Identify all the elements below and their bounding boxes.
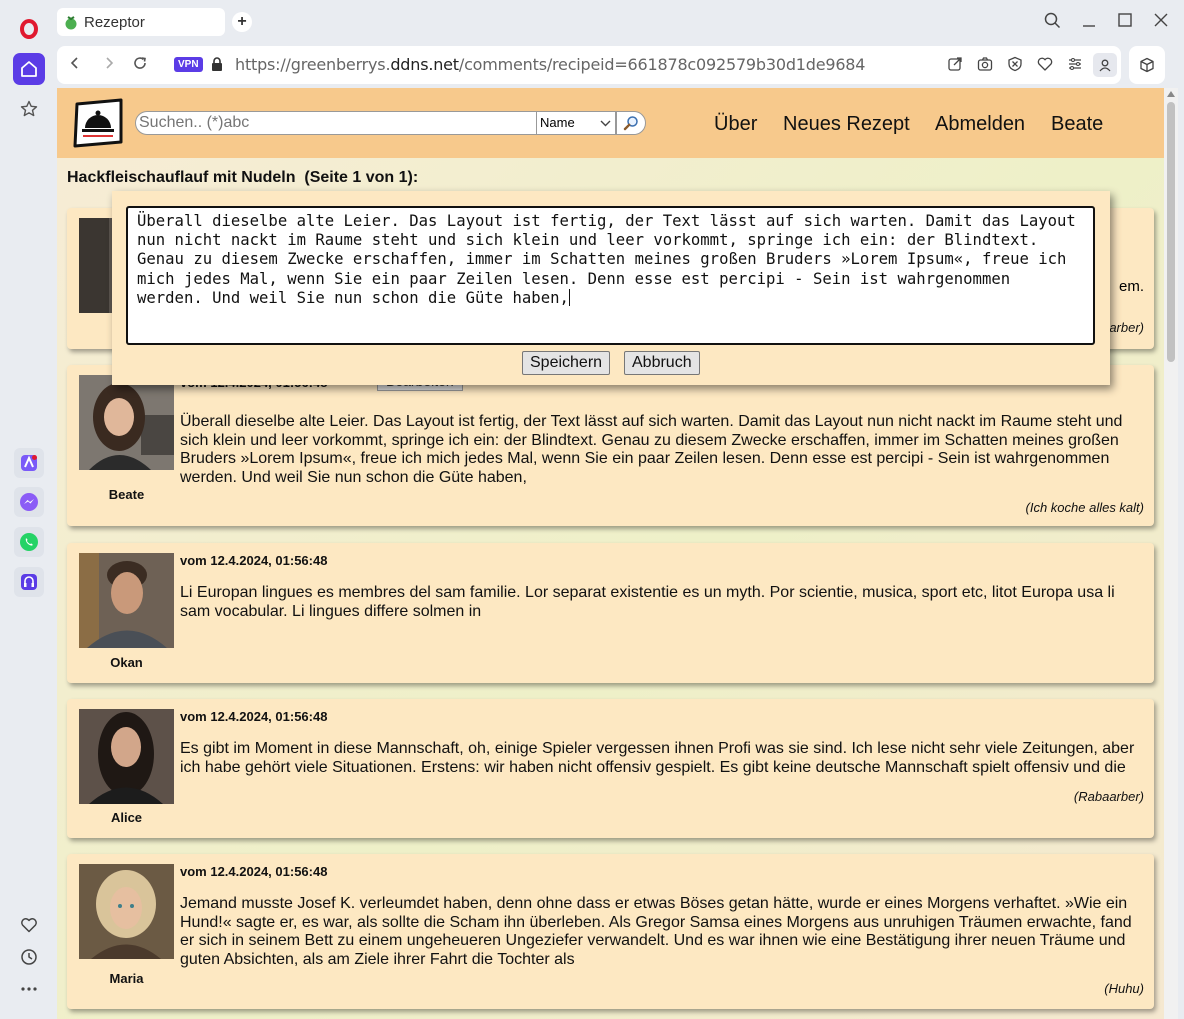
cancel-button[interactable]: Abbruch bbox=[624, 351, 700, 375]
easy-setup-icon[interactable] bbox=[1067, 56, 1083, 77]
vpn-badge[interactable]: VPN bbox=[174, 57, 203, 72]
forward-icon[interactable] bbox=[101, 55, 117, 76]
page-title: Hackfleischauflauf mit Nudeln (Seite 1 v… bbox=[67, 169, 419, 186]
profile-icon[interactable] bbox=[1093, 53, 1117, 77]
reload-icon[interactable] bbox=[132, 55, 148, 76]
comment-text: Überall dieselbe alte Leier. Das Layout … bbox=[180, 413, 1123, 486]
home-icon[interactable] bbox=[13, 53, 45, 85]
chevron-down-icon bbox=[600, 112, 611, 142]
comment-text-fragment: em. bbox=[1118, 278, 1144, 295]
url-field[interactable]: https://greenberrys.ddns.net/comments/re… bbox=[235, 55, 865, 74]
tab-strip: Rezeptor + bbox=[57, 0, 1184, 44]
url-path: /comments/recipeid=661878c092579b30d1de9… bbox=[458, 55, 866, 74]
page-scrollbar[interactable] bbox=[1164, 88, 1178, 1019]
save-button[interactable]: Speichern bbox=[522, 351, 611, 375]
new-tab-button[interactable]: + bbox=[232, 12, 252, 32]
comment-author: Beate bbox=[108, 487, 145, 502]
more-options-icon[interactable] bbox=[13, 973, 45, 1005]
back-icon[interactable] bbox=[67, 55, 83, 76]
cloche-logo-icon[interactable] bbox=[71, 98, 125, 148]
edit-comment-dialog: Überall dieselbe alte Leier. Das Layout … bbox=[112, 191, 1110, 385]
lock-icon[interactable] bbox=[211, 57, 223, 77]
avatar bbox=[79, 553, 174, 648]
close-window-icon[interactable] bbox=[1153, 12, 1169, 33]
maximize-icon[interactable] bbox=[1117, 12, 1133, 33]
magnifier-icon bbox=[623, 116, 638, 131]
comment-date: vom 12.4.2024, 01:56:48 bbox=[180, 864, 328, 879]
url-domain: ddns.net bbox=[390, 55, 459, 74]
comment-recipe[interactable]: (Huhu) bbox=[1104, 981, 1144, 996]
comment-recipe[interactable]: (Rabaarber) bbox=[1074, 789, 1144, 804]
bookmarks-star-icon[interactable] bbox=[13, 93, 45, 125]
comment-recipe[interactable]: (Ich koche alles kalt) bbox=[1026, 500, 1145, 515]
tab-rezeptor[interactable]: Rezeptor bbox=[57, 8, 225, 36]
comment-date: vom 12.4.2024, 01:56:48 bbox=[180, 553, 328, 568]
extensions-cube-icon[interactable] bbox=[1129, 46, 1165, 84]
minimize-icon[interactable] bbox=[1081, 12, 1097, 33]
adblock-shield-icon[interactable] bbox=[1007, 56, 1023, 77]
comment-edit-textarea[interactable]: Überall dieselbe alte Leier. Das Layout … bbox=[126, 206, 1095, 345]
address-bar: VPN https://greenberrys.ddns.net/comment… bbox=[57, 46, 1121, 84]
snapshot-camera-icon[interactable] bbox=[977, 56, 993, 77]
favorite-heart-icon[interactable] bbox=[1037, 56, 1053, 77]
comment-card: Beate vom 12.4.2024, 01:56:48 Bearbeiten… bbox=[67, 365, 1154, 526]
music-player-icon[interactable] bbox=[14, 567, 44, 597]
nav-user[interactable]: Beate bbox=[1051, 113, 1103, 136]
comment-edit-text: Überall dieselbe alte Leier. Das Layout … bbox=[137, 212, 1086, 307]
comment-author: Okan bbox=[110, 655, 143, 670]
heart-icon[interactable] bbox=[13, 909, 45, 941]
whatsapp-icon[interactable] bbox=[14, 527, 44, 557]
avatar bbox=[79, 709, 174, 804]
comment-card: Maria vom 12.4.2024, 01:56:48 Jemand mus… bbox=[67, 854, 1154, 1009]
site-header: Name Über Neues Rezept Abmelden Beate bbox=[57, 88, 1164, 158]
comment-text: Es gibt im Moment in diese Mannschaft, o… bbox=[180, 740, 1135, 776]
tab-title: Rezeptor bbox=[84, 13, 145, 31]
tab-search-icon[interactable] bbox=[1044, 12, 1061, 34]
search-button[interactable] bbox=[616, 111, 646, 135]
browser-sidebar bbox=[0, 0, 57, 1019]
page-viewport: Name Über Neues Rezept Abmelden Beate Ha… bbox=[57, 88, 1164, 1019]
avatar bbox=[79, 864, 174, 959]
search-field-select[interactable]: Name bbox=[536, 111, 616, 135]
avatar bbox=[79, 375, 174, 470]
text-cursor bbox=[568, 288, 570, 306]
comment-card: Okan vom 12.4.2024, 01:56:48 Li Europan … bbox=[67, 543, 1154, 683]
comment-card: Alice vom 12.4.2024, 01:56:48 Es gibt im… bbox=[67, 699, 1154, 838]
aria-app-icon[interactable] bbox=[14, 448, 44, 478]
comment-author: Maria bbox=[109, 971, 144, 986]
messenger-icon[interactable] bbox=[14, 487, 44, 517]
scrollbar-thumb[interactable] bbox=[1167, 102, 1175, 362]
nav-logout[interactable]: Abmelden bbox=[935, 113, 1025, 136]
opera-logo-icon[interactable] bbox=[13, 13, 45, 45]
search-input[interactable] bbox=[135, 111, 537, 135]
share-icon[interactable] bbox=[947, 56, 963, 77]
comment-author: Alice bbox=[110, 810, 143, 825]
nav-new-recipe[interactable]: Neues Rezept bbox=[783, 113, 910, 136]
comment-text: Jemand musste Josef K. verleumdet haben,… bbox=[180, 895, 1132, 968]
url-prefix: https://greenberrys. bbox=[235, 55, 391, 74]
raspberry-favicon-icon bbox=[65, 16, 77, 30]
history-clock-icon[interactable] bbox=[13, 941, 45, 973]
comment-date: vom 12.4.2024, 01:56:48 bbox=[180, 709, 328, 724]
nav-about[interactable]: Über bbox=[714, 113, 757, 136]
comment-recipe[interactable]: arber) bbox=[1109, 320, 1144, 335]
comment-text: Li Europan lingues es membres del sam fa… bbox=[180, 584, 1115, 620]
search-field-selected: Name bbox=[540, 115, 575, 130]
